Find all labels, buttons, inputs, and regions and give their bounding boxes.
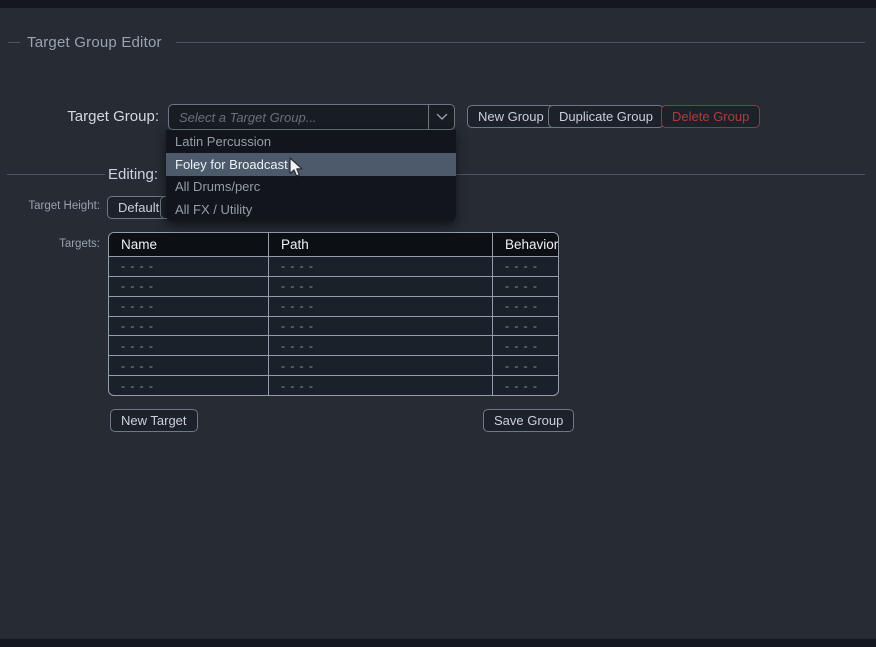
target-group-select[interactable]: Select a Target Group... <box>168 104 455 130</box>
dropdown-option[interactable]: Foley for Broadcast <box>166 153 456 176</box>
table-header-row: Name Path Behavior <box>109 233 558 256</box>
dropdown-option[interactable]: All Drums/perc <box>166 176 456 199</box>
table-row[interactable]: - - - -- - - -- - - - <box>109 316 558 336</box>
table-row[interactable]: - - - -- - - -- - - - <box>109 355 558 375</box>
new-target-button[interactable]: New Target <box>110 409 198 432</box>
table-cell: - - - - <box>269 297 493 316</box>
table-cell: - - - - <box>493 376 558 395</box>
column-header-path[interactable]: Path <box>269 233 493 256</box>
table-cell: - - - - <box>109 336 269 355</box>
table-cell: - - - - <box>493 356 558 375</box>
editing-rule-right <box>455 174 865 175</box>
editing-label: Editing: <box>108 166 158 183</box>
targets-table: Name Path Behavior - - - -- - - -- - - -… <box>108 232 559 396</box>
table-cell: - - - - <box>269 257 493 276</box>
chevron-down-icon[interactable] <box>428 105 454 129</box>
table-row[interactable]: - - - -- - - -- - - - <box>109 375 558 395</box>
target-group-placeholder: Select a Target Group... <box>169 110 428 125</box>
table-cell: - - - - <box>269 317 493 336</box>
target-height-label: Target Height: <box>0 200 100 212</box>
new-group-button[interactable]: New Group <box>467 105 555 128</box>
save-group-button[interactable]: Save Group <box>483 409 574 432</box>
dropdown-option[interactable]: All FX / Utility <box>166 198 456 221</box>
table-cell: - - - - <box>493 277 558 296</box>
table-cell: - - - - <box>269 376 493 395</box>
target-group-label: Target Group: <box>0 108 159 125</box>
table-cell: - - - - <box>493 336 558 355</box>
editing-rule-left <box>7 174 105 175</box>
delete-group-button[interactable]: Delete Group <box>661 105 760 128</box>
table-row[interactable]: - - - -- - - -- - - - <box>109 335 558 355</box>
table-cell: - - - - <box>109 376 269 395</box>
table-cell: - - - - <box>269 356 493 375</box>
dropdown-list: Latin PercussionFoley for BroadcastAll D… <box>166 130 456 221</box>
table-cell: - - - - <box>269 336 493 355</box>
header-rule <box>176 42 865 43</box>
table-cell: - - - - <box>269 277 493 296</box>
column-header-name[interactable]: Name <box>109 233 269 256</box>
target-group-editor-panel: { "window": { "title": "Target Group Edi… <box>0 0 876 647</box>
dropdown-option[interactable]: Latin Percussion <box>166 130 456 153</box>
table-cell: - - - - <box>109 257 269 276</box>
table-row[interactable]: - - - -- - - -- - - - <box>109 276 558 296</box>
table-cell: - - - - <box>109 297 269 316</box>
table-cell: - - - - <box>493 297 558 316</box>
table-row[interactable]: - - - -- - - -- - - - <box>109 296 558 316</box>
window-bottom-edge <box>0 639 876 647</box>
column-header-behavior[interactable]: Behavior <box>493 233 558 256</box>
duplicate-group-button[interactable]: Duplicate Group <box>548 105 664 128</box>
header-dash <box>8 42 20 43</box>
table-cell: - - - - <box>109 317 269 336</box>
table-cell: - - - - <box>493 257 558 276</box>
page-title: Target Group Editor <box>27 34 162 51</box>
table-row[interactable]: - - - -- - - -- - - - <box>109 256 558 276</box>
targets-label: Targets: <box>0 238 100 250</box>
table-cell: - - - - <box>109 277 269 296</box>
window-top-edge <box>0 0 876 8</box>
table-cell: - - - - <box>109 356 269 375</box>
table-cell: - - - - <box>493 317 558 336</box>
